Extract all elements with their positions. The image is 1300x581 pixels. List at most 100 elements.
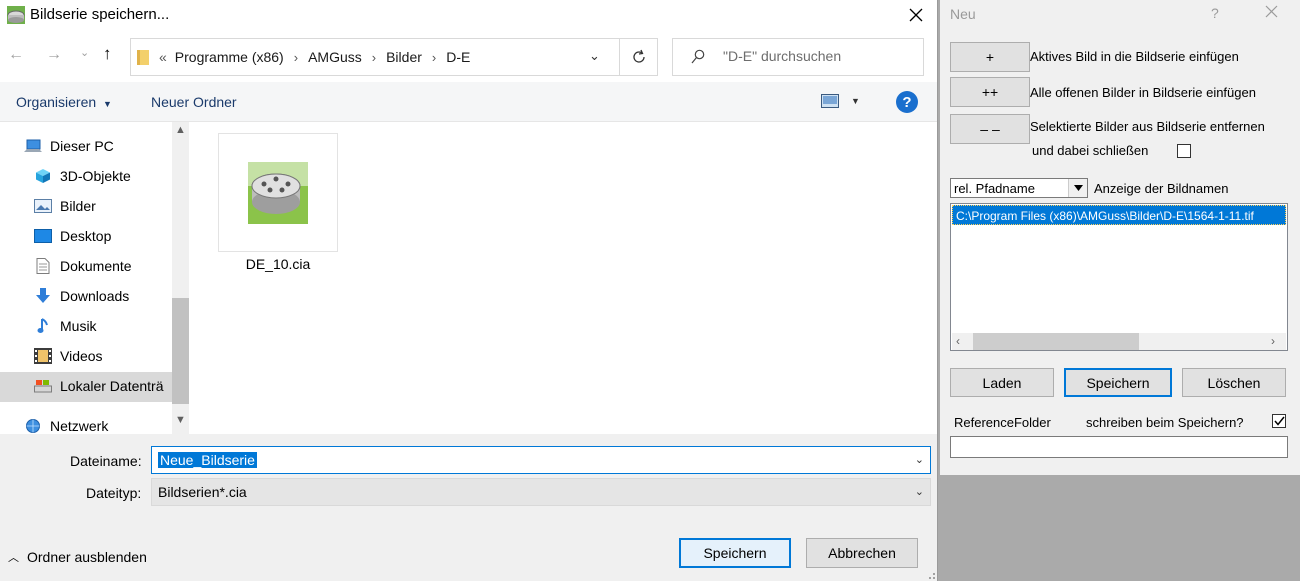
name-display-value: rel. Pfadname bbox=[954, 181, 1035, 196]
scroll-up-icon[interactable]: ▲ bbox=[172, 124, 189, 136]
nav-item-documents[interactable]: Dokumente bbox=[34, 258, 132, 274]
close-after-label: und dabei schließen bbox=[1032, 143, 1149, 158]
chevron-down-icon[interactable]: ⌄ bbox=[589, 48, 600, 64]
desktop-icon bbox=[34, 228, 52, 244]
nav-item-network[interactable]: Netzwerk bbox=[24, 418, 108, 434]
nav-scrollbar-thumb[interactable] bbox=[172, 298, 189, 404]
nav-item-pictures[interactable]: Bilder bbox=[34, 198, 96, 214]
load-button[interactable]: Laden bbox=[950, 368, 1054, 397]
chevron-right-icon: › bbox=[431, 49, 437, 65]
breadcrumb-item[interactable]: AMGuss bbox=[308, 49, 362, 65]
close-icon bbox=[1265, 5, 1278, 18]
chevron-down-icon[interactable]: ⌄ bbox=[915, 453, 924, 466]
name-display-select[interactable]: rel. Pfadname bbox=[950, 178, 1088, 198]
breadcrumb-item[interactable]: Programme (x86) bbox=[175, 49, 284, 65]
breadcrumb-overflow[interactable]: « bbox=[159, 49, 167, 65]
add-all-images-button[interactable]: ++ bbox=[950, 77, 1030, 107]
close-button[interactable] bbox=[898, 0, 934, 30]
folder-icon bbox=[137, 49, 149, 65]
write-on-save-checkbox[interactable] bbox=[1272, 414, 1286, 428]
caret-down-icon bbox=[1073, 185, 1083, 191]
chevron-down-icon[interactable]: ⌄ bbox=[915, 485, 924, 498]
filename-field[interactable]: Neue_Bildserie ⌄ bbox=[151, 446, 931, 474]
write-on-save-label: schreiben beim Speichern? bbox=[1086, 415, 1244, 430]
nav-item-label: Videos bbox=[60, 348, 103, 364]
refresh-icon bbox=[632, 49, 645, 63]
add-active-image-label: Aktives Bild in die Bildserie einfügen bbox=[1030, 49, 1239, 64]
delete-button[interactable]: Löschen bbox=[1182, 368, 1286, 397]
save-dialog: Bildserie speichern... ← → ⌄ ↑ « Program… bbox=[0, 0, 938, 581]
title-bar: Bildserie speichern... bbox=[0, 0, 938, 30]
breadcrumb-item[interactable]: Bilder bbox=[386, 49, 422, 65]
help-button[interactable]: ? bbox=[896, 91, 918, 113]
combo-dropdown-button[interactable] bbox=[1068, 179, 1087, 197]
remove-images-button[interactable]: – – bbox=[950, 114, 1030, 144]
reference-folder-input[interactable] bbox=[950, 436, 1288, 458]
panel-help-button[interactable]: ? bbox=[1211, 5, 1219, 21]
pictures-icon bbox=[34, 198, 52, 214]
document-icon bbox=[34, 258, 52, 274]
add-active-image-button[interactable]: + bbox=[950, 42, 1030, 72]
close-after-checkbox[interactable] bbox=[1177, 144, 1191, 158]
nav-item-label: Dieser PC bbox=[50, 138, 114, 154]
computer-icon bbox=[24, 138, 42, 154]
nav-item-label: 3D-Objekte bbox=[60, 168, 131, 184]
chevron-up-icon: ︿ bbox=[8, 552, 19, 564]
nav-item-this-pc[interactable]: Dieser PC bbox=[24, 138, 114, 154]
recent-locations-button[interactable]: ⌄ bbox=[80, 46, 89, 59]
save-button[interactable]: Speichern bbox=[679, 538, 791, 568]
view-icon bbox=[821, 94, 839, 108]
search-box[interactable]: "D-E" durchsuchen bbox=[672, 38, 924, 76]
filetype-select[interactable]: Bildserien*.cia ⌄ bbox=[151, 478, 931, 506]
nav-item-music[interactable]: Musik bbox=[34, 318, 97, 334]
list-item[interactable]: C:\Program Files (x86)\AMGuss\Bilder\D-E… bbox=[952, 205, 1286, 225]
close-icon bbox=[909, 8, 923, 22]
file-name[interactable]: DE_10.cia bbox=[218, 256, 338, 272]
filename-value[interactable]: Neue_Bildserie bbox=[158, 452, 257, 468]
search-placeholder: "D-E" durchsuchen bbox=[723, 48, 842, 64]
series-save-button[interactable]: Speichern bbox=[1064, 368, 1172, 397]
nav-item-label: Dokumente bbox=[60, 258, 132, 274]
breadcrumb-item[interactable]: D-E bbox=[446, 49, 470, 65]
list-scrollbar-thumb[interactable] bbox=[973, 333, 1139, 350]
image-series-list[interactable]: C:\Program Files (x86)\AMGuss\Bilder\D-E… bbox=[950, 203, 1288, 351]
up-button[interactable]: ↑ bbox=[103, 44, 112, 64]
address-bar[interactable]: « Programme (x86) › AMGuss › Bilder › D-… bbox=[130, 38, 658, 76]
nav-item-videos[interactable]: Videos bbox=[34, 348, 103, 364]
nav-item-label: Downloads bbox=[60, 288, 130, 304]
scroll-down-icon[interactable]: ▼ bbox=[172, 414, 189, 426]
reference-folder-label: ReferenceFolder bbox=[954, 415, 1051, 430]
forward-button[interactable]: → bbox=[46, 46, 62, 64]
refresh-button[interactable] bbox=[619, 39, 657, 75]
nav-item-label: Musik bbox=[60, 318, 97, 334]
chevron-left-icon[interactable]: ‹ bbox=[956, 334, 960, 348]
cancel-button[interactable]: Abbrechen bbox=[806, 538, 918, 568]
file-item[interactable] bbox=[218, 133, 338, 252]
panel-close-button[interactable] bbox=[1265, 5, 1278, 18]
video-icon bbox=[34, 348, 52, 364]
search-icon bbox=[691, 49, 705, 65]
back-button[interactable]: ← bbox=[8, 46, 24, 64]
dialog-title: Bildserie speichern... bbox=[30, 6, 170, 23]
resize-grip[interactable] bbox=[924, 568, 936, 580]
hide-folders-toggle[interactable]: ︿ Ordner ausblenden bbox=[8, 549, 147, 565]
remove-images-label: Selektierte Bilder aus Bildserie entfern… bbox=[1030, 119, 1265, 134]
new-folder-button[interactable]: Neuer Ordner bbox=[151, 94, 237, 110]
nav-item-label: Desktop bbox=[60, 228, 112, 244]
organize-button[interactable]: Organisieren ▼ bbox=[16, 94, 112, 110]
filetype-value: Bildserien*.cia bbox=[158, 484, 247, 500]
help-icon: ? bbox=[902, 93, 912, 111]
nav-item-3d-objects[interactable]: 3D-Objekte bbox=[34, 168, 131, 184]
nav-item-downloads[interactable]: Downloads bbox=[34, 288, 129, 304]
cube-icon bbox=[34, 168, 52, 184]
dialog-footer: Dateiname: Neue_Bildserie ⌄ Dateityp: Bi… bbox=[0, 434, 937, 581]
command-bar: Organisieren ▼ Neuer Ordner ▼ ? bbox=[0, 82, 937, 122]
image-series-icon bbox=[248, 161, 308, 224]
chevron-right-icon[interactable]: › bbox=[1271, 334, 1275, 348]
nav-item-desktop[interactable]: Desktop bbox=[34, 228, 111, 244]
nav-item-local-disk[interactable]: Lokaler Datenträ bbox=[34, 378, 164, 394]
hide-folders-label: Ordner ausblenden bbox=[27, 549, 147, 565]
view-options-button[interactable]: ▼ bbox=[821, 94, 860, 108]
name-display-label: Anzeige der Bildnamen bbox=[1094, 181, 1229, 196]
list-horizontal-scrollbar[interactable]: ‹ › bbox=[952, 333, 1286, 350]
